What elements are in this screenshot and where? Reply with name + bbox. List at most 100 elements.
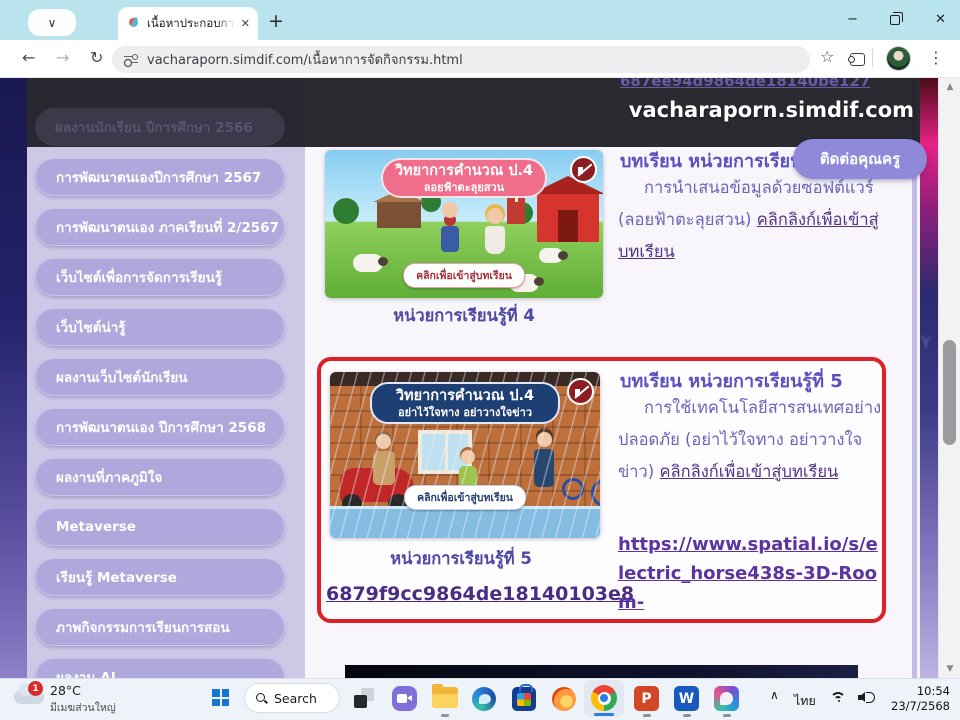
screen: ∨ เนื้อหาประกอบการจัดกิจกรรมการเรีย ✕ + … (0, 0, 960, 720)
sheep-icon (539, 248, 563, 263)
clock-time: 10:54 (884, 684, 950, 699)
new-tab-button[interactable]: + (268, 10, 284, 32)
sidebar-item-ai-works[interactable]: ผลงาน AI (35, 658, 285, 678)
wifi-icon[interactable] (830, 692, 848, 706)
lesson4-enter-button[interactable]: คลิกเพื่อเข้าสู่บทเรียน (403, 263, 525, 288)
search-icon (256, 693, 267, 704)
running-indicator (643, 714, 651, 717)
weather-alert-badge: 1 (28, 681, 43, 696)
sheep-icon (353, 254, 383, 272)
tray-overflow-button[interactable]: ∧ (770, 688, 779, 702)
tree-icon (333, 198, 359, 224)
extensions-button[interactable] (850, 51, 865, 66)
badge-subtitle: อย่าไว้ใจทาง อย่าวางใจข่าว (372, 406, 558, 419)
speaker-icon[interactable] (858, 691, 874, 704)
sidebar-item-learn-metaverse[interactable]: เรียนรู้ Metaverse (35, 558, 285, 596)
close-window-button[interactable]: ✕ (935, 12, 946, 27)
sidebar-item-self-dev-2568[interactable]: การพัฒนาตนเอง ปีการศึกษา 2568 (35, 408, 285, 446)
chrome-icon (591, 685, 617, 711)
page-header-band: 687ee94d9864de18140be127 vacharaporn.sim… (27, 78, 920, 147)
language-indicator[interactable]: ไทย (794, 691, 816, 711)
sidebar-item-learning-websites[interactable]: เว็บไซต์เพื่อการจัดการเรียนรู้ (35, 258, 285, 296)
word-button[interactable]: W (674, 686, 699, 711)
mute-icon[interactable] (570, 156, 597, 183)
weather-temperature[interactable]: 28°C (50, 683, 81, 698)
farmer-figure (437, 202, 463, 254)
site-settings-icon[interactable] (124, 54, 138, 66)
forward-button[interactable]: → (56, 48, 69, 67)
lesson5-url-link[interactable]: https://www.spatial.io/s/electric_horse4… (618, 530, 882, 617)
running-indicator (723, 714, 731, 717)
lesson5-image-card[interactable]: วิทยาการคำนวณ ป.4 อย่าไว้ใจทาง อย่าวางใจ… (330, 372, 600, 538)
search-label: Search (274, 691, 317, 706)
start-button[interactable] (212, 689, 229, 706)
profile-avatar[interactable] (886, 46, 911, 71)
weather-condition[interactable]: มีเมฆส่วนใหญ่ (50, 699, 116, 716)
system-clock[interactable]: 10:54 23/7/2568 (884, 684, 950, 714)
lesson5-enter-button[interactable]: คลิกเพื่อเข้าสู่บทเรียน (404, 485, 526, 510)
minimize-button[interactable]: − (847, 12, 858, 27)
taskbar-search[interactable]: Search (244, 683, 340, 713)
active-indicator (594, 713, 614, 716)
badge-title: วิทยาการคำนวณ ป.4 (383, 162, 545, 181)
file-explorer-button[interactable] (432, 687, 458, 708)
barn-icon (537, 194, 599, 242)
farm-woman-figure (483, 208, 507, 256)
paint-button[interactable] (714, 686, 739, 711)
reload-button[interactable]: ↻ (90, 48, 103, 67)
site-title: vacharaporn.simdif.com (629, 98, 914, 122)
tab-close-icon[interactable]: ✕ (241, 17, 250, 30)
badge-title: วิทยาการคำนวณ ป.4 (372, 387, 558, 406)
microsoft-store-button[interactable] (512, 687, 536, 711)
sidebar-item-proud-works[interactable]: ผลงานที่ภาคภูมิใจ (35, 458, 285, 496)
sidebar-item-interesting-websites[interactable]: เว็บไซต์น่ารู้ (35, 308, 285, 346)
sidebar-item-metaverse[interactable]: Metaverse (35, 508, 285, 546)
lesson5-body-link[interactable]: คลิกลิงก์เพื่อเข้าสู่บทเรียน (660, 462, 839, 481)
back-button[interactable]: ← (22, 48, 35, 67)
header-truncated-link[interactable]: 687ee94d9864de18140be127 (620, 78, 870, 90)
sidebar-menu: การพัฒนาตนเองปีการศึกษา 2567 การพัฒนาตนเ… (35, 158, 285, 678)
tab-title: เนื้อหาประกอบการจัดกิจกรรมการเรีย (147, 15, 235, 33)
edge-browser-button[interactable] (472, 687, 496, 711)
sidebar-item-student-works-2566[interactable]: ผลงานนักเรียน ปีการศึกษา 2566 (35, 108, 285, 146)
task-view-button[interactable] (354, 688, 374, 708)
restore-button[interactable] (890, 15, 900, 25)
lesson5-image-badge: วิทยาการคำนวณ ป.4 อย่าไว้ใจทาง อย่าวางใจ… (370, 382, 560, 424)
clock-date: 23/7/2568 (884, 699, 950, 714)
next-section-image-partial (345, 665, 858, 678)
sidebar-item-self-dev-term2-2567[interactable]: การพัฒนาตนเอง ภาคเรียนที่ 2/2567 (35, 208, 285, 246)
bookmark-star-button[interactable]: ☆ (820, 47, 834, 66)
scrollbar-thumb[interactable] (943, 340, 956, 445)
browser-tab-bar: ∨ เนื้อหาประกอบการจัดกิจกรรมการเรีย ✕ + … (0, 0, 960, 40)
firefox-button[interactable] (552, 687, 576, 711)
lesson4-paragraph: การนำเสนอข้อมูลด้วยซอฟต์แวร์ (ลอยฟ้าตะลุ… (618, 172, 882, 268)
rocket-favicon-icon (126, 16, 141, 31)
chat-app-button[interactable] (392, 686, 417, 711)
contact-teacher-button[interactable]: ติดต่อคุณครู (793, 139, 927, 179)
running-indicator (683, 714, 691, 717)
page-scrollbar[interactable]: ▲ ▼ (938, 78, 960, 678)
puzzle-icon (850, 51, 865, 66)
restore-icon (890, 15, 900, 25)
background-watermark: Y (921, 333, 931, 352)
lesson4-caption: หน่วยการเรียนรู้ที่ 4 (325, 303, 603, 329)
toolbar-divider (872, 49, 873, 67)
sidebar-item-self-dev-2567[interactable]: การพัฒนาตนเองปีการศึกษา 2567 (35, 158, 285, 196)
chrome-button-active[interactable] (584, 680, 624, 717)
lesson5-heading: บทเรียน หน่วยการเรียนรู้ที่ 5 (620, 366, 843, 395)
url-bar[interactable]: vacharaporn.simdif.com/เนื้อหาการจัดกิจก… (112, 46, 810, 73)
chevron-down-icon: ∨ (48, 16, 57, 30)
mute-icon[interactable] (567, 378, 594, 405)
scroll-down-icon[interactable]: ▼ (939, 664, 960, 674)
sidebar-item-activity-photos[interactable]: ภาพกิจกรรมการเรียนการสอน (35, 608, 285, 646)
page-viewport: Y การพัฒนาตนเองปีการศึกษา 2567 การพัฒนาต… (0, 78, 960, 678)
lesson4-image-badge: วิทยาการคำนวณ ป.4 ลอยฟ้าตะลุยสวน (381, 158, 547, 198)
sidebar-item-student-website-works[interactable]: ผลงานเว็บไซต์นักเรียน (35, 358, 285, 396)
browser-tab-active[interactable]: เนื้อหาประกอบการจัดกิจกรรมการเรีย ✕ (118, 7, 258, 40)
scroll-up-icon[interactable]: ▲ (939, 82, 960, 92)
lesson4-image-card[interactable]: วิทยาการคำนวณ ป.4 ลอยฟ้าตะลุยสวน คลิกเพื… (325, 150, 603, 298)
tab-search-button[interactable]: ∨ (28, 9, 76, 36)
browser-menu-button[interactable]: ⋮ (928, 48, 944, 67)
powerpoint-button[interactable]: P (634, 686, 659, 711)
lesson5-hash-link[interactable]: 6879f9cc9864de18140103e8 (326, 583, 634, 605)
